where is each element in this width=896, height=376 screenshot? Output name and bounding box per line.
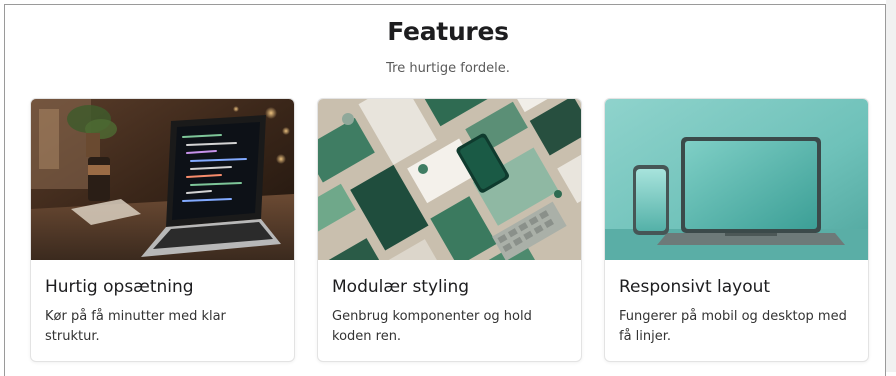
card-description: Fungerer på mobil og desktop med få linj… [619, 309, 847, 344]
section-subtitle: Tre hurtige fordele. [386, 61, 510, 76]
feature-card-quick-setup: Hurtig opsætning Kør på få minutter med … [30, 98, 295, 362]
card-title: Responsivt layout [619, 277, 771, 297]
card-description: Kør på få minutter med klar struktur. [45, 309, 226, 344]
devices-on-teal-photo [605, 99, 868, 260]
feature-card-modular-styling: Modulær styling Genbrug komponenter og h… [317, 98, 582, 362]
stationery-flatlay-photo [318, 99, 581, 260]
section-title: Features [387, 17, 509, 46]
card-description: Genbrug komponenter og hold koden ren. [332, 309, 532, 344]
card-title: Hurtig opsætning [45, 277, 194, 297]
scrollbar[interactable] [886, 0, 896, 372]
laptop-code-photo [31, 99, 294, 260]
feature-card-responsive-layout: Responsivt layout Fungerer på mobil og d… [604, 98, 869, 362]
card-title: Modulær styling [332, 277, 470, 297]
